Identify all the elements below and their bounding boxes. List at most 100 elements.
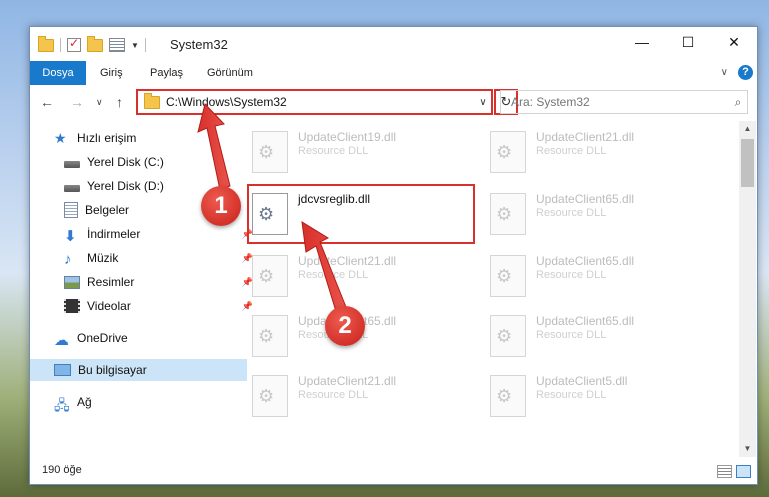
- disk-icon: [64, 160, 80, 168]
- file-item[interactable]: UpdateClient21.dll Resource DLL: [226, 367, 446, 423]
- file-item[interactable]: UpdateClient65.dll Resource DLL: [464, 247, 684, 303]
- file-name: UpdateClient21.dll: [298, 374, 397, 388]
- close-button[interactable]: ✕: [711, 27, 757, 57]
- sidebar-item-label: Yerel Disk (D:): [87, 179, 164, 193]
- sidebar-item-music[interactable]: ♪ Müzik 📌: [30, 247, 257, 269]
- folder-icon: [144, 92, 160, 109]
- sidebar-item-quick-access[interactable]: ★ Hızlı erişim: [30, 127, 247, 149]
- navigation-bar: ← → ∨ ↑ C:\Windows\System32 ∨ ↻ ⌕: [30, 85, 757, 119]
- sidebar-item-label: İndirmeler: [87, 227, 141, 241]
- ribbon-tabs: Dosya Giriş Paylaş Görünüm ∨ ?: [30, 61, 757, 117]
- tab-share[interactable]: Paylaş: [150, 61, 183, 85]
- quick-access-toolbar: ▼: [38, 35, 146, 53]
- file-type: Resource DLL: [536, 269, 607, 281]
- search-input[interactable]: [509, 94, 729, 110]
- forward-arrow-icon[interactable]: →: [70, 94, 84, 110]
- file-item[interactable]: UpdateClient21.dll Resource DLL: [226, 247, 446, 303]
- dll-file-icon: [490, 193, 526, 235]
- explorer-window: ▼ System32 — ☐ ✕ Dosya Giriş Paylaş Görü…: [29, 26, 758, 485]
- dll-file-icon: [252, 315, 288, 357]
- file-name: UpdateClient5.dll: [536, 374, 628, 388]
- tab-view[interactable]: Görünüm: [207, 61, 253, 85]
- file-type: Resource DLL: [298, 269, 369, 281]
- file-name: UpdateClient19.dll: [298, 130, 397, 144]
- documents-icon: [64, 202, 78, 218]
- search-icon[interactable]: ⌕: [729, 95, 747, 110]
- network-icon: 🖧: [54, 397, 70, 413]
- callout-2: 2: [325, 306, 365, 346]
- title-bar: ▼ System32 — ☐ ✕: [30, 27, 757, 61]
- file-item[interactable]: UpdateClient65.dll Resource DLL: [464, 307, 684, 363]
- status-bar: 190 öğe: [30, 459, 757, 484]
- file-item[interactable]: UpdateClient21.dll Resource DLL: [464, 123, 684, 179]
- dll-file-icon: [490, 375, 526, 417]
- sidebar-item-onedrive[interactable]: ☁ OneDrive: [30, 327, 247, 349]
- vertical-scrollbar[interactable]: ▲ ▼: [739, 121, 756, 457]
- file-type: Resource DLL: [298, 145, 369, 157]
- expand-ribbon-icon[interactable]: ∨: [721, 67, 728, 78]
- new-folder-icon[interactable]: [87, 35, 103, 52]
- chevron-down-icon[interactable]: ▼: [131, 41, 139, 50]
- computer-icon: [54, 364, 71, 376]
- sidebar-item-network[interactable]: 🖧 Ağ: [30, 391, 247, 413]
- properties-check-icon[interactable]: [67, 36, 81, 52]
- scroll-up-icon[interactable]: ▲: [739, 121, 756, 137]
- file-type: Resource DLL: [536, 145, 607, 157]
- file-type: Resource DLL: [536, 389, 607, 401]
- folder-icon: [38, 35, 54, 52]
- search-box[interactable]: ⌕: [500, 90, 748, 114]
- sidebar-item-label: Müzik: [87, 251, 119, 265]
- dll-file-icon: [252, 375, 288, 417]
- download-icon: ⬇: [64, 228, 77, 245]
- address-path[interactable]: C:\Windows\System32: [166, 95, 475, 109]
- sidebar-item-downloads[interactable]: ⬇ İndirmeler 📌: [30, 223, 257, 245]
- tiles-view-icon[interactable]: [736, 465, 751, 478]
- sidebar-item-label: Ağ: [77, 395, 92, 409]
- sidebar-item-videos[interactable]: Videolar 📌: [30, 295, 257, 317]
- highlight-frame: [247, 184, 475, 244]
- file-type: Resource DLL: [536, 207, 607, 219]
- scrollbar-thumb[interactable]: [741, 139, 754, 187]
- dll-file-icon: [490, 255, 526, 297]
- window-title: System32: [170, 37, 228, 52]
- music-icon: ♪: [64, 251, 72, 268]
- scroll-down-icon[interactable]: ▼: [739, 441, 756, 457]
- pictures-icon: [64, 275, 80, 289]
- sidebar-item-label: Yerel Disk (C:): [87, 155, 164, 169]
- sidebar-item-pictures[interactable]: Resimler 📌: [30, 271, 257, 293]
- toolbar-divider: [144, 38, 146, 52]
- file-type: Resource DLL: [298, 389, 369, 401]
- file-name: UpdateClient65.dll: [536, 192, 635, 206]
- dll-file-icon: [490, 131, 526, 173]
- navigation-pane: ★ Hızlı erişim Yerel Disk (C:) Yerel Dis…: [30, 125, 253, 443]
- help-icon[interactable]: ?: [738, 65, 753, 80]
- file-name: UpdateClient21.dll: [536, 130, 635, 144]
- customize-icon[interactable]: [109, 38, 125, 52]
- sidebar-item-label: OneDrive: [77, 331, 128, 345]
- recent-locations-icon[interactable]: ∨: [96, 97, 103, 108]
- dll-file-icon: [252, 131, 288, 173]
- file-item[interactable]: UpdateClient19.dll Resource DLL: [226, 123, 446, 179]
- file-item[interactable]: UpdateClient65.dll Resource DLL: [464, 185, 684, 241]
- maximize-button[interactable]: ☐: [665, 27, 711, 57]
- sidebar-item-this-pc[interactable]: Bu bilgisayar: [30, 359, 247, 381]
- up-arrow-icon[interactable]: ↑: [116, 94, 123, 110]
- details-view-icon[interactable]: [717, 465, 732, 478]
- sidebar-item-label: Belgeler: [85, 203, 130, 217]
- sidebar-item-label: Resimler: [87, 275, 135, 289]
- file-name: UpdateClient65.dll: [536, 314, 635, 328]
- sidebar-item-label: Hızlı erişim: [77, 131, 137, 145]
- sidebar-item-label: Bu bilgisayar: [78, 363, 147, 377]
- tab-home[interactable]: Giriş: [100, 61, 123, 85]
- cloud-icon: ☁: [54, 332, 69, 349]
- chevron-down-icon[interactable]: ∨: [475, 97, 491, 108]
- disk-icon: [64, 184, 80, 192]
- minimize-button[interactable]: —: [619, 27, 665, 57]
- star-icon: ★: [54, 130, 67, 146]
- sidebar-item-local-disk-c[interactable]: Yerel Disk (C:): [30, 151, 257, 173]
- back-arrow-icon[interactable]: ←: [40, 94, 54, 110]
- file-item[interactable]: UpdateClient5.dll Resource DLL: [464, 367, 684, 423]
- address-bar[interactable]: C:\Windows\System32 ∨: [136, 89, 493, 115]
- sidebar-item-label: Videolar: [87, 299, 131, 313]
- dll-file-icon: [252, 255, 288, 297]
